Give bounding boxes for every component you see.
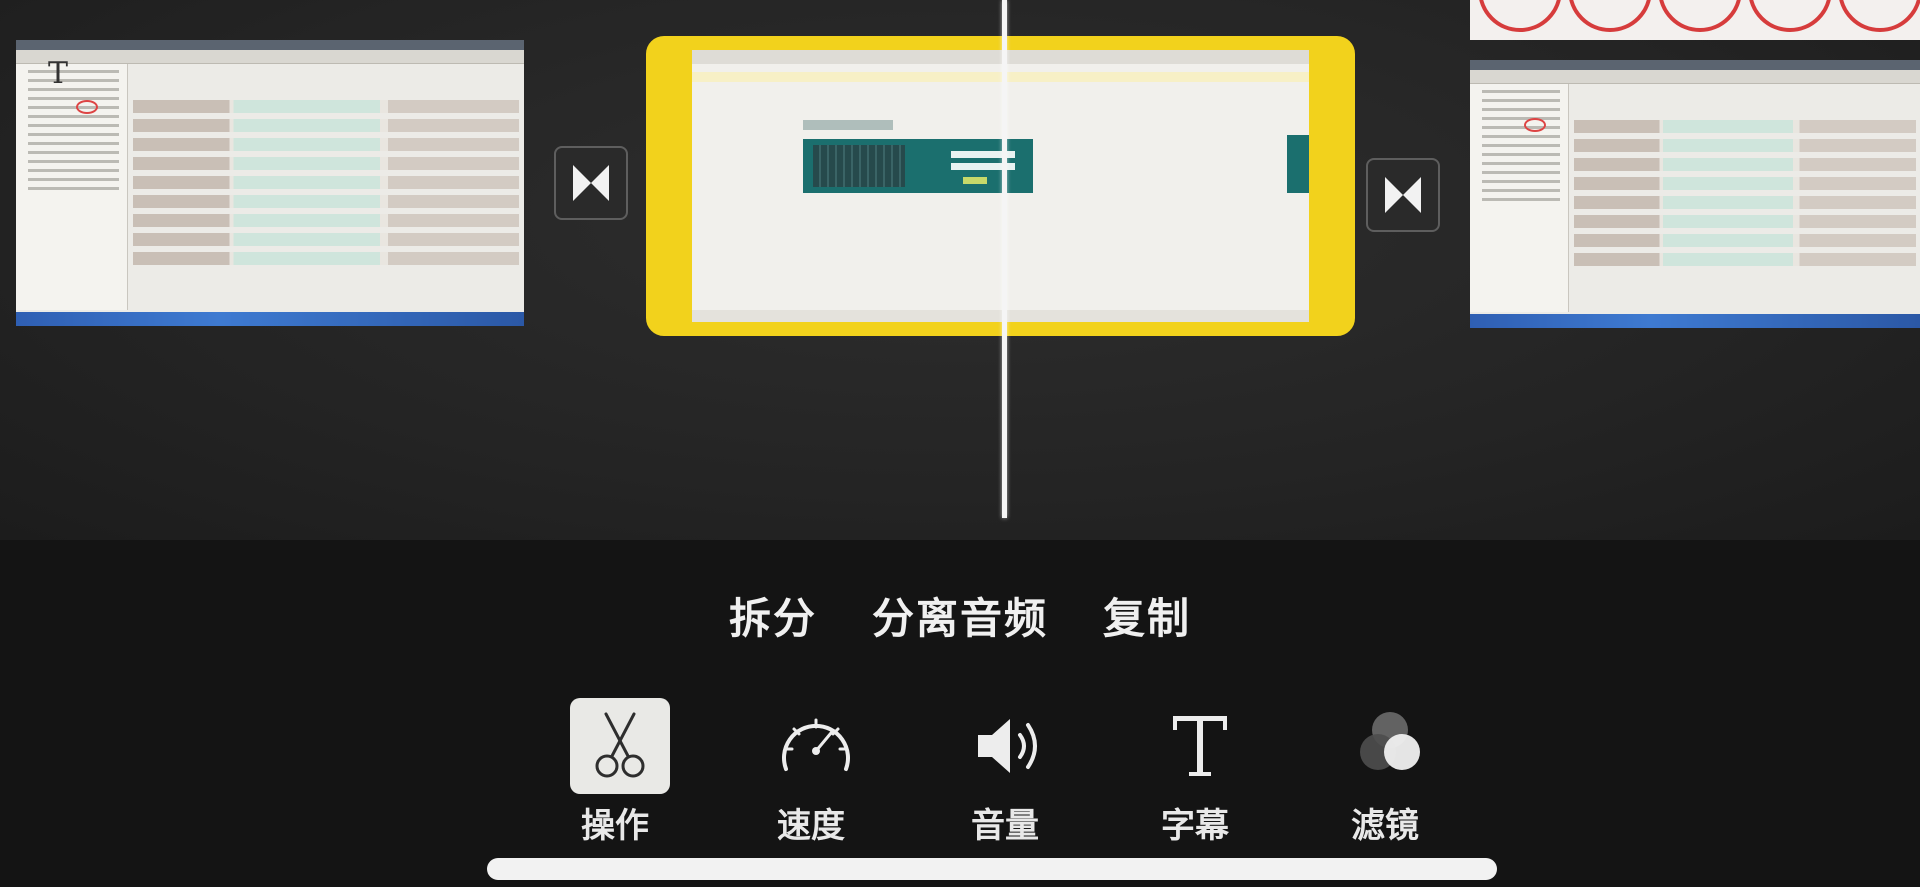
tool-label: 速度 (777, 806, 845, 846)
tool-label: 音量 (971, 806, 1039, 846)
split-button[interactable]: 拆分 (729, 585, 817, 645)
inspector-toolbar: 操作 速度 音量 字幕 滤镜 (560, 698, 1460, 848)
tool-speed[interactable]: 速度 (756, 698, 866, 848)
transition-bowtie-icon (573, 165, 609, 201)
clip-actions: 拆分 分离音频 复制 (0, 585, 1920, 645)
transition-button-1[interactable] (554, 146, 628, 220)
title-overlay-icon: T (48, 56, 69, 91)
timeline[interactable]: T (0, 0, 1920, 540)
filter-circles-icon (1360, 712, 1420, 770)
clip-thumbnail (1479, 0, 1920, 32)
speedometer-icon (782, 718, 850, 771)
tool-titles[interactable]: 字幕 (1140, 698, 1250, 848)
tool-label: 滤镜 (1351, 806, 1419, 846)
transition-button-2[interactable] (1366, 158, 1440, 232)
tool-filters[interactable]: 滤镜 (1330, 698, 1440, 848)
tool-volume[interactable]: 音量 (950, 698, 1060, 848)
timeline-clip-3[interactable] (1470, 60, 1920, 328)
tool-label: 操作 (581, 806, 649, 846)
tool-actions[interactable]: 操作 (560, 698, 670, 848)
scissors-icon (595, 712, 645, 778)
home-indicator[interactable] (487, 858, 1497, 880)
detach-audio-button[interactable]: 分离音频 (872, 585, 1048, 645)
tool-label: 字幕 (1161, 806, 1229, 846)
timeline-clip-partial[interactable] (1470, 0, 1920, 40)
playhead[interactable] (1002, 0, 1007, 518)
selected-clip[interactable] (646, 36, 1355, 336)
speaker-icon (978, 719, 1037, 773)
transition-bowtie-icon (1385, 177, 1421, 213)
title-t-icon (1173, 716, 1227, 776)
duplicate-button[interactable]: 复制 (1103, 585, 1191, 645)
timeline-clip-1[interactable]: T (16, 40, 524, 326)
